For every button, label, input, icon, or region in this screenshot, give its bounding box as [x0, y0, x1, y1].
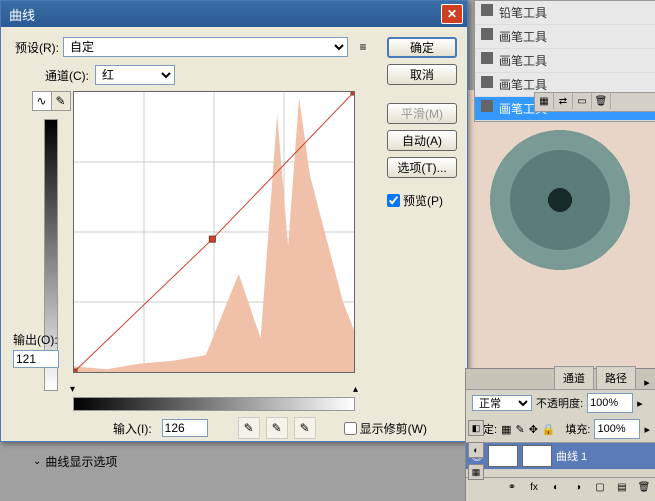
palette-icon[interactable]: ▦ — [535, 93, 554, 109]
eyedropper-gray-icon[interactable]: ✎ — [266, 417, 288, 439]
fx-icon[interactable]: fx — [526, 480, 542, 494]
chevron-icon-2[interactable]: ▸ — [644, 423, 650, 436]
channel-label: 通道(C): — [45, 67, 89, 84]
curves-dialog: 曲线 ✕ 预设(R): 自定 ≡ 通道(C): 红 ∿ ✎ — [0, 0, 468, 442]
curves-graph[interactable] — [73, 91, 355, 373]
titlebar[interactable]: 曲线 ✕ — [1, 1, 467, 27]
options-button[interactable]: 选项(T)... — [387, 157, 457, 178]
preview-checkbox[interactable]: 预览(P) — [387, 192, 457, 209]
cancel-button[interactable]: 取消 — [387, 64, 457, 85]
tab-channels[interactable]: 通道 — [554, 366, 594, 389]
doc-icon[interactable]: ▭ — [573, 93, 592, 109]
tool-brush-1[interactable]: 画笔工具 — [475, 25, 655, 49]
lock-brush-icon[interactable]: ✎ — [515, 423, 524, 436]
new-layer-icon[interactable]: ▤ — [614, 480, 630, 494]
display-options-toggle[interactable]: ⌄ 曲线显示选项 — [33, 453, 453, 470]
layer-thumb[interactable] — [488, 445, 518, 467]
swap-icon[interactable]: ⇄ — [554, 93, 573, 109]
preview-input[interactable] — [387, 194, 400, 207]
fill-label: 填充: — [565, 421, 590, 437]
layer-item-curves[interactable]: 👁 曲线 1 — [466, 443, 655, 470]
input-label: 输入(I): — [113, 420, 152, 437]
curve-edit-mode[interactable]: ∿ ✎ — [32, 91, 71, 111]
tool-icon-row: ▦ ⇄ ▭ 🗑 — [534, 92, 655, 112]
tool-brush-2[interactable]: 画笔工具 — [475, 49, 655, 73]
input-input[interactable] — [162, 419, 208, 437]
folder-icon[interactable]: ▢ — [592, 480, 608, 494]
fill-input[interactable] — [594, 419, 640, 439]
opacity-input[interactable] — [587, 393, 633, 413]
layers-panel: 通道 路径 ▸ 正常 不透明度: ▸ 锁定: ▦ ✎ ✥ 🔒 填充: ▸ 👁 曲… — [465, 368, 655, 501]
blend-mode-select[interactable]: 正常 — [472, 395, 532, 411]
vertical-tool-strip: ◧ ◐ ▦ — [468, 420, 482, 480]
layer-mask-thumb[interactable] — [522, 445, 552, 467]
tool-pencil[interactable]: 铅笔工具 — [475, 1, 655, 25]
input-gradient[interactable] — [73, 397, 355, 411]
chevron-down-icon: ⌄ — [33, 456, 41, 467]
output-input[interactable] — [13, 350, 59, 368]
eyedropper-black-icon[interactable]: ✎ — [238, 417, 260, 439]
show-clipping-checkbox[interactable]: 显示修剪(W) — [344, 420, 427, 437]
dialog-title: 曲线 — [5, 5, 441, 24]
ok-button[interactable]: 确定 — [387, 37, 457, 58]
vt-b[interactable]: ◐ — [468, 442, 484, 458]
mask-icon[interactable]: ◐ — [548, 480, 564, 494]
preset-menu-icon[interactable]: ≡ — [354, 38, 372, 56]
lock-move-icon[interactable]: ✥ — [529, 423, 538, 436]
close-button[interactable]: ✕ — [441, 4, 463, 24]
curve-point[interactable] — [209, 236, 215, 242]
trash-icon-2[interactable]: 🗑 — [636, 480, 652, 494]
auto-button[interactable]: 自动(A) — [387, 130, 457, 151]
link-icon[interactable]: ⚭ — [504, 480, 520, 494]
curve-pencil-icon[interactable]: ✎ — [52, 92, 70, 110]
trash-icon[interactable]: 🗑 — [592, 93, 611, 109]
tab-paths[interactable]: 路径 — [596, 366, 636, 389]
smooth-button[interactable]: 平滑(M) — [387, 103, 457, 124]
curve-point-icon[interactable]: ∿ — [33, 92, 52, 110]
eyedropper-white-icon[interactable]: ✎ — [294, 417, 316, 439]
adjust-icon[interactable]: ◑ — [570, 480, 586, 494]
lock-all-icon[interactable]: 🔒 — [542, 423, 556, 436]
panel-menu-icon[interactable]: ▸ — [638, 376, 655, 389]
curve-point[interactable] — [74, 369, 77, 372]
chevron-icon[interactable]: ▸ — [637, 397, 643, 410]
output-label: 输出(O): — [13, 331, 59, 348]
channel-select[interactable]: 红 — [95, 65, 175, 85]
opacity-label: 不透明度: — [536, 395, 583, 411]
vt-a[interactable]: ◧ — [468, 420, 484, 436]
layer-name: 曲线 1 — [556, 448, 587, 464]
vt-c[interactable]: ▦ — [468, 464, 484, 480]
lock-pixels-icon[interactable]: ▦ — [501, 423, 511, 436]
preset-select[interactable]: 自定 — [63, 37, 348, 57]
show-clipping-input[interactable] — [344, 422, 357, 435]
curve-point[interactable] — [351, 92, 354, 95]
preset-label: 预设(R): — [15, 39, 59, 56]
